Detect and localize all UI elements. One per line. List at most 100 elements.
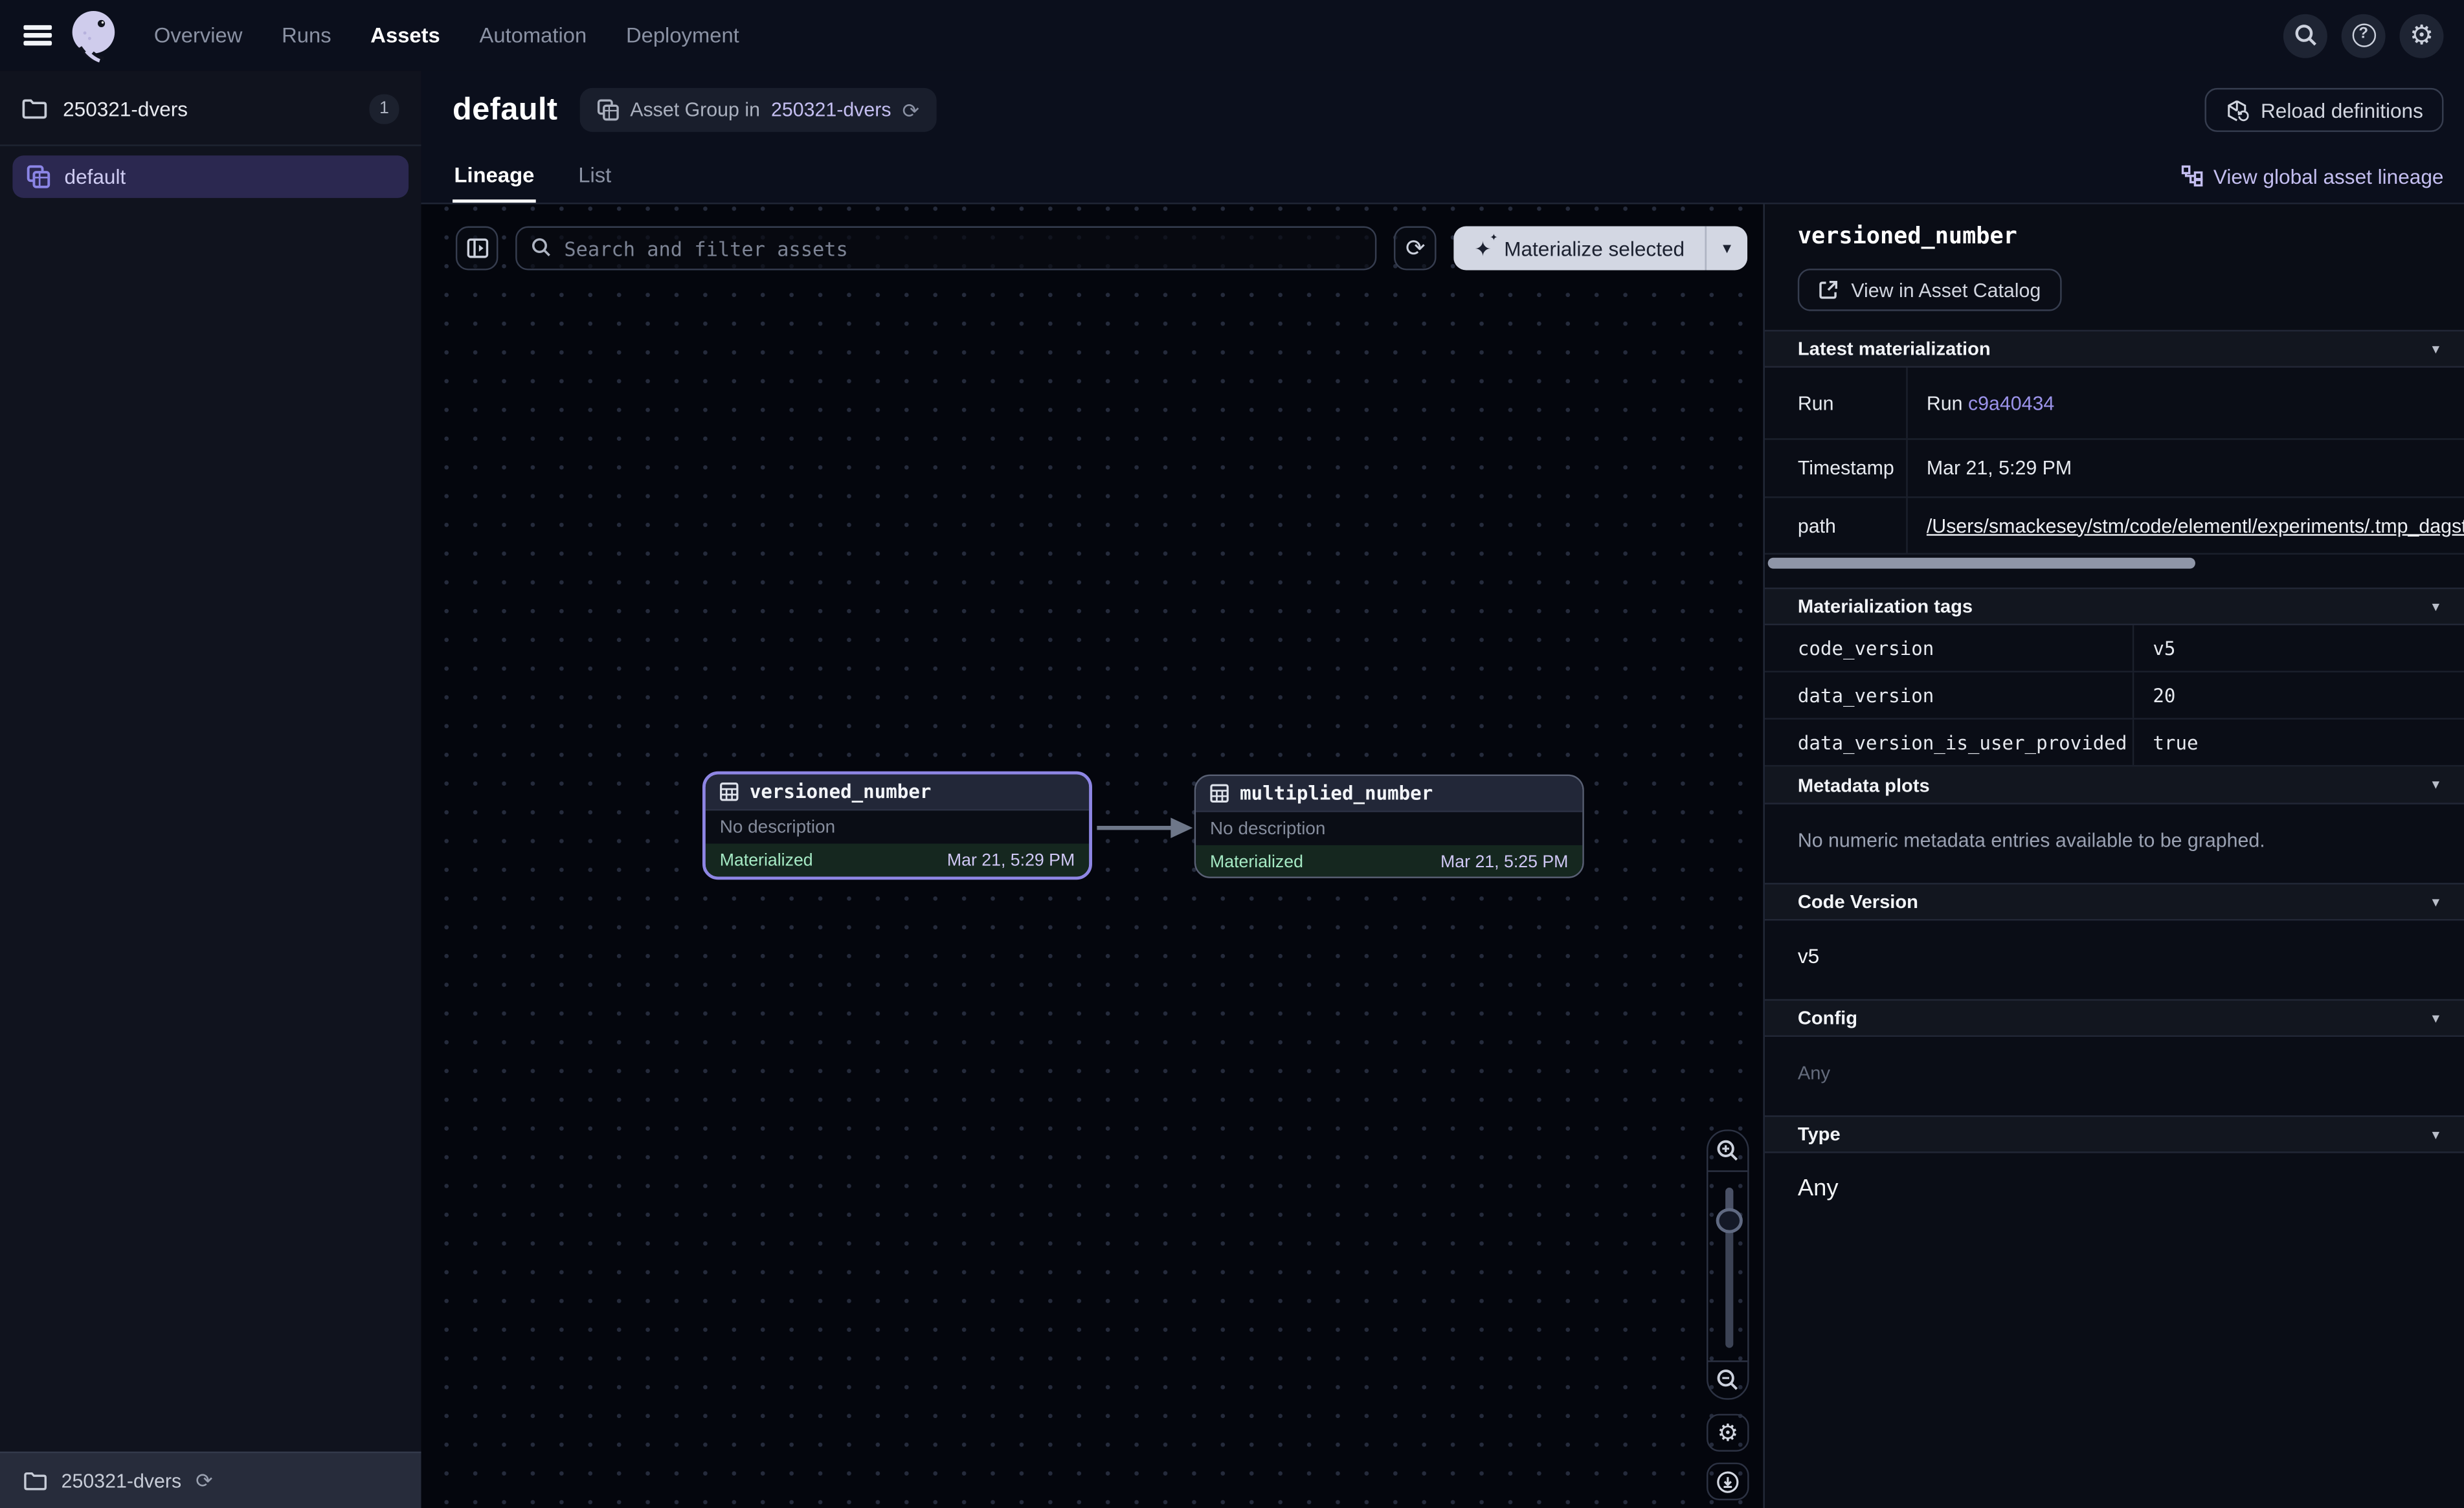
- nav-left: Overview Runs Assets Automation Deployme…: [0, 6, 739, 65]
- config-body: Any: [1765, 1037, 2464, 1115]
- nav-right: ? ⚙: [2283, 14, 2444, 58]
- row-value: Run c9a40434: [1908, 392, 2464, 414]
- zoom-slider-knob[interactable]: [1716, 1208, 1743, 1234]
- lineage-canvas[interactable]: ⟳ ✦ Materialize selected ▼: [421, 205, 1764, 1508]
- panel-asset-title: versioned_number: [1798, 225, 2433, 250]
- sidebar-top: 250321-dvers 1 default: [0, 71, 421, 207]
- materialized-status: Materialized: [1210, 853, 1303, 872]
- section-metadata-plots[interactable]: Metadata plots ▼: [1765, 767, 2464, 804]
- help-glyph: ?: [2351, 23, 2375, 47]
- scrollbar-thumb[interactable]: [1768, 558, 2195, 569]
- section-code-version[interactable]: Code Version ▼: [1765, 883, 2464, 920]
- reload-location-icon[interactable]: ⟳: [196, 1470, 212, 1491]
- materialize-selected-button[interactable]: ✦ Materialize selected: [1454, 227, 1705, 271]
- chevron-down-icon: ▼: [2430, 894, 2442, 909]
- asset-search-input[interactable]: [515, 227, 1377, 271]
- tag-key: data_version_is_user_provided: [1765, 720, 2134, 765]
- sidebar-item-default[interactable]: default: [12, 155, 409, 198]
- section-materialization-tags[interactable]: Materialization tags ▼: [1765, 588, 2464, 625]
- zoom-in-icon[interactable]: [1708, 1131, 1747, 1172]
- table-row: data_version 20: [1765, 672, 2464, 720]
- row-key: Timestamp: [1765, 440, 1908, 496]
- footer-code-location[interactable]: 250321-dvers: [62, 1470, 182, 1492]
- section-config[interactable]: Config ▼: [1765, 999, 2464, 1037]
- tab-lineage[interactable]: Lineage: [453, 150, 536, 203]
- nav-item-runs[interactable]: Runs: [282, 23, 331, 47]
- asset-node-footer: Materialized Mar 21, 5:25 PM: [1196, 845, 1582, 878]
- asset-count-badge: 1: [369, 93, 399, 123]
- help-icon[interactable]: ?: [2342, 14, 2386, 58]
- type-body: Any: [1765, 1153, 2464, 1232]
- nav-item-overview[interactable]: Overview: [154, 23, 243, 47]
- section-title: Type: [1798, 1124, 1841, 1146]
- nav-item-deployment[interactable]: Deployment: [626, 23, 739, 47]
- asset-node-header: versioned_number: [706, 775, 1089, 811]
- nav-item-assets[interactable]: Assets: [370, 23, 440, 47]
- row-value: Mar 21, 5:29 PM: [1908, 457, 2464, 479]
- top-nav: Overview Runs Assets Automation Deployme…: [0, 0, 2464, 71]
- tag-value: true: [2134, 731, 2464, 753]
- tag-key: data_version: [1765, 672, 2134, 718]
- menu-icon[interactable]: [23, 25, 52, 46]
- asset-node-footer: Materialized Mar 21, 5:29 PM: [706, 843, 1089, 878]
- table-row: data_version_is_user_provided true: [1765, 720, 2464, 767]
- section-title: Config: [1798, 1007, 1857, 1029]
- asset-name: multiplied_number: [1240, 782, 1433, 804]
- asset-node-versioned-number[interactable]: versioned_number No description Material…: [702, 771, 1092, 880]
- asset-search: [515, 227, 1377, 271]
- materialize-dropdown-caret[interactable]: ▼: [1705, 227, 1748, 271]
- sidebar-code-location[interactable]: 250321-dvers 1: [0, 89, 421, 127]
- materialized-time: Mar 21, 5:25 PM: [1440, 853, 1568, 872]
- path-link[interactable]: /Users/smackesey/stm/code/elementl/exper…: [1927, 515, 2464, 537]
- badge-sync-icon[interactable]: ⟳: [902, 100, 919, 120]
- table-row: path /Users/smackesey/stm/code/elementl/…: [1765, 498, 2464, 554]
- zoom-slider[interactable]: [1708, 1172, 1747, 1360]
- graph-toolbar: ⟳ ✦ Materialize selected ▼: [456, 227, 1747, 271]
- materialize-selected-label: Materialize selected: [1504, 236, 1685, 260]
- materialized-time: Mar 21, 5:29 PM: [947, 852, 1075, 870]
- asset-group-badge: Asset Group in 250321-dvers ⟳: [580, 88, 937, 132]
- asset-name: versioned_number: [750, 781, 932, 803]
- asset-group-icon: [597, 99, 619, 121]
- refresh-glyph: ⟳: [1406, 236, 1426, 260]
- run-id-link[interactable]: c9a40434: [1968, 392, 2054, 414]
- metadata-plots-body: No numeric metadata entries available to…: [1765, 804, 2464, 883]
- primary-nav: Overview Runs Assets Automation Deployme…: [154, 23, 739, 47]
- section-type[interactable]: Type ▼: [1765, 1115, 2464, 1153]
- search-icon[interactable]: [2283, 14, 2327, 58]
- tag-value: v5: [2134, 637, 2464, 659]
- tabs-row: Lineage List View global asset lineage: [421, 150, 2464, 205]
- page-title: default: [453, 92, 558, 128]
- settings-gear-icon[interactable]: ⚙: [2399, 14, 2443, 58]
- section-latest-materialization[interactable]: Latest materialization ▼: [1765, 330, 2464, 368]
- download-graph-icon[interactable]: [1707, 1463, 1749, 1500]
- metadata-empty-message: No numeric metadata entries available to…: [1798, 830, 2265, 852]
- view-global-lineage-link[interactable]: View global asset lineage: [2180, 150, 2444, 203]
- type-value: Any: [1798, 1175, 1839, 1202]
- sidebar-footer: 250321-dvers ⟳: [0, 1452, 421, 1508]
- asset-details-panel: versioned_number View in Asset Catalog L…: [1763, 205, 2464, 1508]
- main-area: default Asset Group in 250321-dvers ⟳: [421, 71, 2464, 1508]
- collapse-sidebar-icon[interactable]: [456, 227, 498, 271]
- nav-item-automation[interactable]: Automation: [479, 23, 587, 47]
- graph-settings-gear-icon[interactable]: ⚙: [1707, 1414, 1749, 1452]
- code-version-value: v5: [1798, 944, 1819, 968]
- refresh-graph-icon[interactable]: ⟳: [1394, 227, 1437, 271]
- code-version-body: v5: [1765, 920, 2464, 999]
- reload-definitions-label: Reload definitions: [2261, 98, 2423, 122]
- zoom-out-icon[interactable]: [1708, 1360, 1747, 1398]
- reload-definitions-button[interactable]: Reload definitions: [2204, 88, 2444, 132]
- sparkle-icon: ✦: [1474, 238, 1491, 259]
- view-global-lineage-label: View global asset lineage: [2213, 164, 2444, 188]
- tab-list[interactable]: List: [577, 150, 613, 203]
- chevron-down-icon: ▼: [2430, 778, 2442, 792]
- view-in-asset-catalog-button[interactable]: View in Asset Catalog: [1798, 269, 2061, 311]
- badge-location-link[interactable]: 250321-dvers: [771, 99, 891, 121]
- code-location-name: 250321-dvers: [63, 96, 369, 120]
- chevron-down-icon: ▼: [2430, 599, 2442, 614]
- asset-node-multiplied-number[interactable]: multiplied_number No description Materia…: [1194, 775, 1584, 878]
- asset-node-header: multiplied_number: [1196, 776, 1582, 812]
- table-row: Timestamp Mar 21, 5:29 PM: [1765, 440, 2464, 498]
- dagster-logo-icon[interactable]: [65, 6, 123, 65]
- folder-icon: [22, 98, 47, 119]
